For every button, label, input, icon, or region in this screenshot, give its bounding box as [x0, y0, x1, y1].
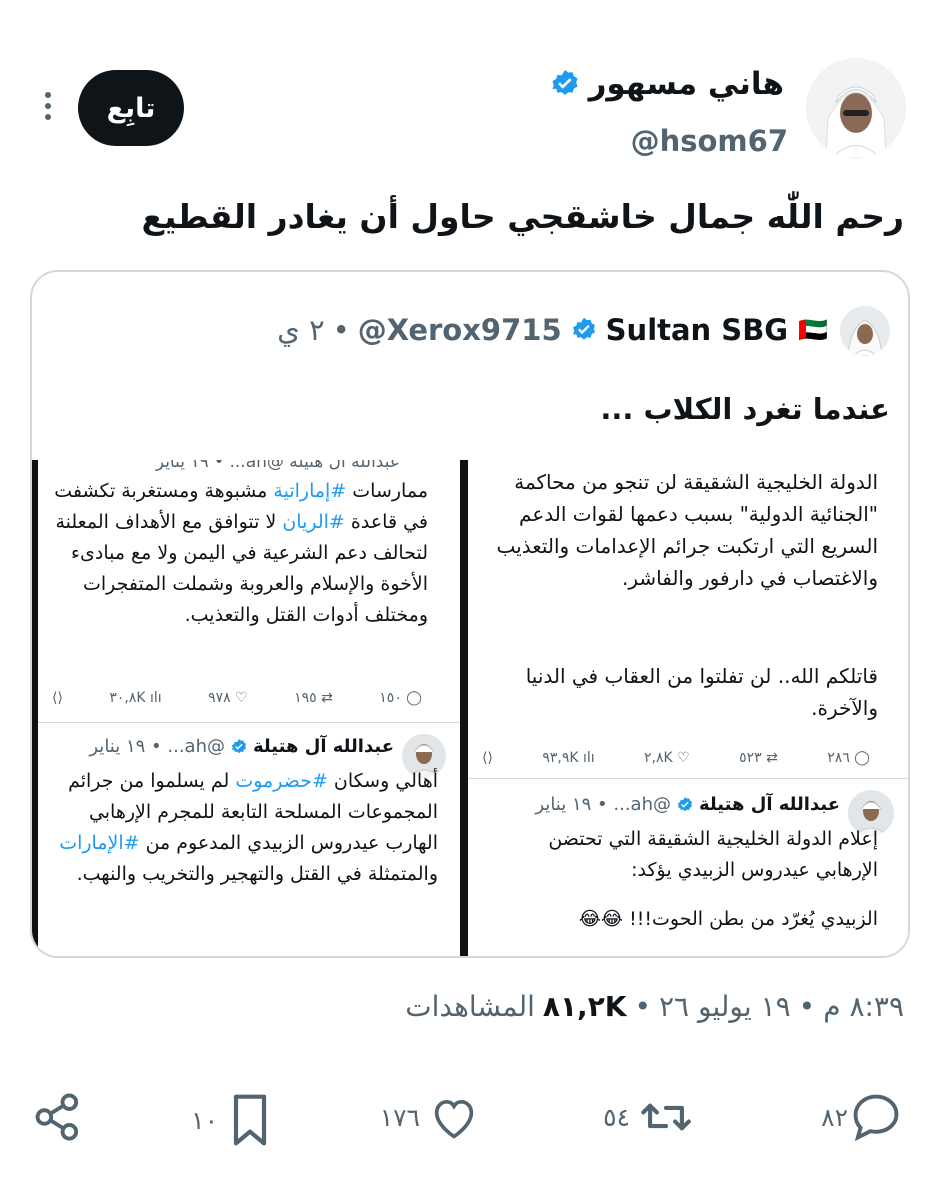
- media-divider: [460, 460, 468, 956]
- left-likes-stat: ٩٧٨ ♡: [208, 690, 248, 706]
- share-button[interactable]: [30, 1092, 86, 1146]
- left-screenshot-panel: عبدالله آل هتيلة @ah... • ١٩ يناير ممارس…: [38, 460, 460, 956]
- reply-icon: [848, 1092, 904, 1142]
- left-second-meta: @ah... • ١٩ يناير: [89, 736, 225, 757]
- quote-handle[interactable]: @Xerox9715: [358, 313, 562, 347]
- right-screenshot-panel: الدولة الخليجية الشقيقة لن تنجو من محاكم…: [468, 460, 908, 956]
- retweet-icon: [638, 1092, 694, 1142]
- left-second-text: أهالي وسكان #حضرموت لم يسلموا من جرائم ا…: [59, 770, 438, 885]
- right-second-verified-icon: [676, 796, 694, 814]
- right-top-text-2: قاتلكم الله.. لن تفلتوا من العقاب في الد…: [525, 664, 878, 720]
- left-second-name: عبدالله آل هتيلة: [253, 736, 394, 757]
- right-views-stat: ٩٣,٩K ılı: [542, 750, 595, 766]
- right-share-icon: ⟨⟩: [482, 750, 493, 766]
- quote-media[interactable]: عبدالله آل هتيلة @ah... • ١٩ يناير ممارس…: [32, 460, 908, 956]
- left-share-icon: ⟨⟩: [52, 690, 63, 706]
- right-replies-stat: ٢٨٦ ◯: [827, 750, 870, 766]
- share-icon: [30, 1092, 86, 1142]
- right-second-text: إعلام الدولة الخليجية الشقيقة التي تحتضن…: [548, 828, 878, 881]
- uae-flag-icon: 🇦🇪: [798, 316, 828, 344]
- like-button[interactable]: ١٧٦: [380, 1092, 480, 1142]
- quoted-tweet-card[interactable]: 🇦🇪 Sultan SBG @Xerox9715 • ٢ ي عندما تغر…: [30, 270, 910, 958]
- tweet-text: رحم اللّٰه جمال خاشقجي حاول أن يغادر الق…: [141, 197, 905, 236]
- left-replies-stat: ١٥٠ ◯: [379, 690, 422, 706]
- author-avatar[interactable]: [806, 58, 906, 158]
- quote-avatar: [840, 306, 890, 356]
- right-top-text: الدولة الخليجية الشقيقة لن تنجو من محاكم…: [496, 470, 879, 590]
- tweet-views-count: ٨١,٢K: [542, 990, 627, 1023]
- like-count: ١٧٦: [379, 1102, 420, 1132]
- left-views-stat: ٣٠,٨K ılı: [109, 690, 162, 706]
- bookmark-count: ١٠: [191, 1105, 218, 1135]
- tweet-time: ٨:٣٩ م: [823, 990, 904, 1023]
- action-bar: ٨٢ ٥٤ ١٧٦ ١٠: [30, 1088, 904, 1152]
- quote-author-name[interactable]: Sultan SBG: [606, 313, 788, 347]
- reply-count: ٨٢: [821, 1102, 848, 1132]
- right-retweets-stat: ٥٢٣ ⇄: [739, 750, 778, 766]
- retweet-count: ٥٤: [603, 1102, 630, 1132]
- bookmark-icon: [226, 1092, 274, 1148]
- tweet-views-label: المشاهدات: [405, 990, 535, 1023]
- tweet-date[interactable]: ١٩ يوليو ٢٦: [659, 990, 791, 1023]
- right-second-header: عبدالله آل هتيلة @ah... • ١٩ يناير: [535, 794, 840, 815]
- author-name-row[interactable]: هاني مسهور: [549, 62, 784, 106]
- tweet-meta: ٨:٣٩ م • ١٩ يوليو ٢٦ • ٨١,٢K المشاهدات: [405, 990, 904, 1023]
- retweet-button[interactable]: ٥٤: [603, 1092, 694, 1142]
- follow-button[interactable]: تابِع: [78, 70, 184, 146]
- quote-header: 🇦🇪 Sultan SBG @Xerox9715 • ٢ ي: [277, 310, 828, 350]
- right-second-name: عبدالله آل هتيلة: [699, 794, 840, 815]
- quote-verified-badge-icon: [570, 316, 598, 344]
- right-second-meta: @ah... • ١٩ يناير: [535, 794, 671, 815]
- left-top-header: عبدالله آل هتيلة @ah... • ١٩ يناير: [155, 460, 400, 472]
- right-likes-stat: ٢,٨K ♡: [644, 750, 690, 766]
- left-retweets-stat: ١٩٥ ⇄: [294, 690, 333, 706]
- bookmark-button[interactable]: ١٠: [191, 1092, 274, 1148]
- more-options-icon[interactable]: [38, 92, 58, 128]
- left-top-stats: ١٥٠ ◯ ١٩٥ ⇄ ٩٧٨ ♡ ٣٠,٨K ılı ⟨⟩: [52, 686, 422, 710]
- right-top-stats: ٢٨٦ ◯ ٥٢٣ ⇄ ٢,٨K ♡ ٩٣,٩K ılı ⟨⟩: [482, 746, 870, 770]
- quote-time: ٢ ي: [277, 313, 325, 347]
- author-handle[interactable]: @hsom67: [631, 124, 788, 158]
- left-second-verified-icon: [230, 738, 248, 756]
- heart-icon: [428, 1092, 480, 1142]
- author-photo: [806, 58, 906, 158]
- author-name: هاني مسهور: [588, 66, 784, 102]
- right-second-text-2: الزبيدي يُغرّد من بطن الحوت!!! 😂😂: [578, 908, 878, 930]
- reply-button[interactable]: ٨٢: [813, 1092, 904, 1142]
- quote-separator: •: [332, 313, 350, 347]
- quote-text: عندما تغرد الكلاب ...: [600, 392, 890, 426]
- left-second-header: عبدالله آل هتيلة @ah... • ١٩ يناير: [89, 736, 394, 757]
- verified-badge-icon: [549, 68, 581, 100]
- left-top-text: ممارسات #إماراتية مشبوهة ومستغربة تكشفت …: [54, 480, 428, 626]
